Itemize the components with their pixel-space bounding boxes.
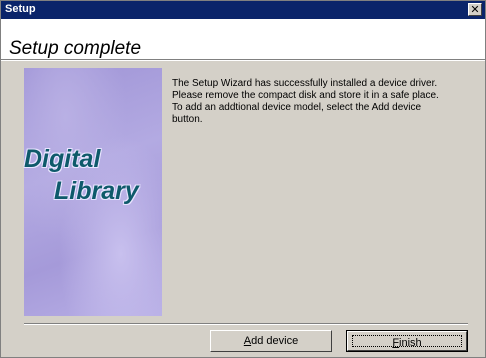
- close-button[interactable]: ✕: [468, 3, 482, 16]
- completion-message: The Setup Wizard has successfully instal…: [172, 78, 439, 125]
- add-device-button[interactable]: Add device: [210, 330, 332, 352]
- finish-button[interactable]: Finish: [346, 330, 468, 352]
- finish-label: inish: [399, 337, 422, 349]
- finish-button-bevel: Finish: [347, 331, 467, 351]
- logo-text-library: Library: [54, 177, 139, 205]
- title-bar[interactable]: Setup ✕: [1, 1, 485, 19]
- close-icon: ✕: [470, 3, 480, 16]
- wizard-header: Setup complete: [1, 19, 485, 59]
- footer-divider: [24, 323, 468, 325]
- logo-text-digital: Digital: [24, 145, 101, 173]
- finish-focus-rect: Finish: [352, 335, 462, 349]
- page-title: Setup complete: [9, 38, 142, 59]
- window-title: Setup: [5, 3, 36, 15]
- add-device-label: dd device: [251, 335, 299, 347]
